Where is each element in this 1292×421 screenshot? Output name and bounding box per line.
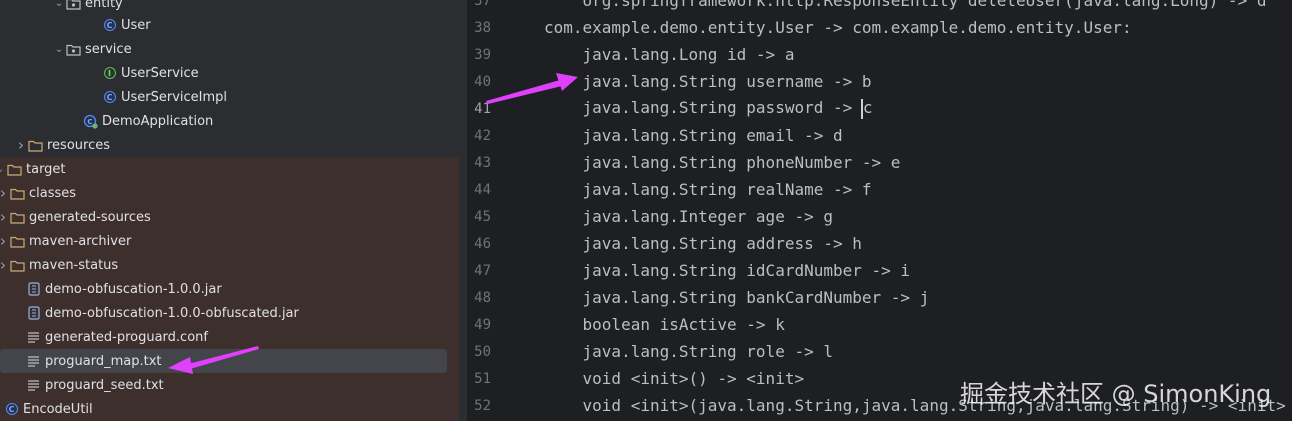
annotation-arrows (168, 73, 578, 374)
arrow-to-proguard-map-file (168, 346, 259, 374)
arrow-to-username-mapping (486, 73, 578, 104)
